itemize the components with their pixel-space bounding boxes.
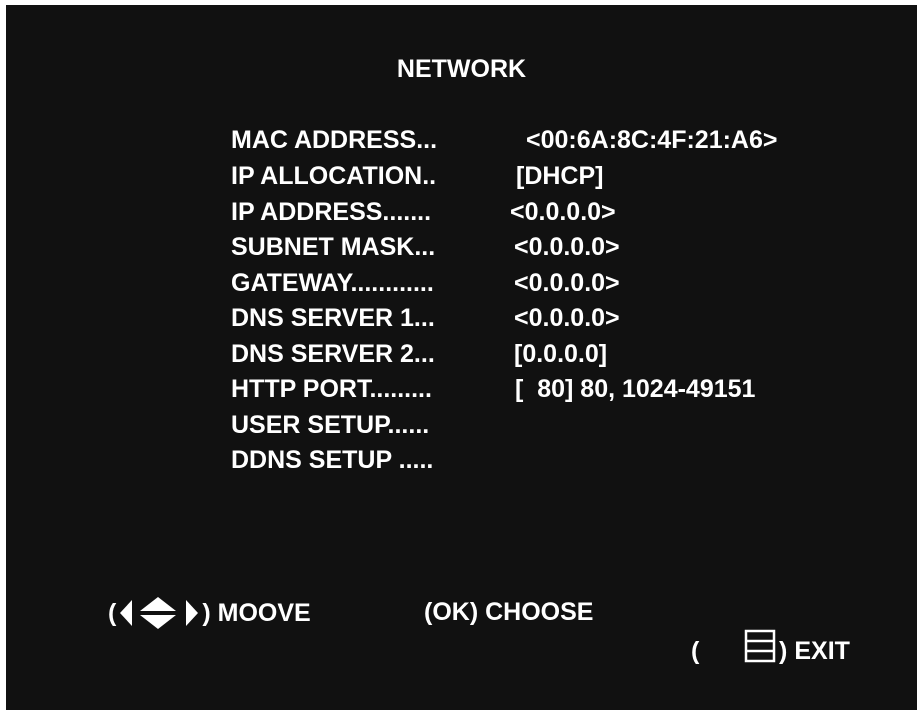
menu-row-label: IP ADDRESS.......: [231, 198, 432, 226]
menu-row-label: HTTP PORT.........: [231, 375, 432, 403]
menu-row-label: MAC ADDRESS...: [231, 126, 438, 154]
menu-row-dns-server-2[interactable]: DNS SERVER 2... [0.0.0.0]: [231, 337, 607, 371]
menu-row-ip-address[interactable]: IP ADDRESS....... <0.0.0.0>: [231, 195, 616, 229]
menu-row-value: <0.0.0.0>: [510, 198, 616, 226]
menu-row-http-port[interactable]: HTTP PORT......... [ 80] 80, 1024-49151: [231, 372, 755, 406]
menu-row-mac-address[interactable]: MAC ADDRESS... <00:6A:8C:4F:21:A6>: [231, 123, 778, 157]
menu-row-label: SUBNET MASK...: [231, 233, 436, 261]
menu-title: NETWORK: [396, 55, 527, 83]
hint-close-paren: ): [202, 599, 211, 627]
hint-move: ( ) MOOVE: [108, 595, 311, 631]
osd-screen: NETWORK MAC ADDRESS... <00:6A:8C:4F:21:A…: [6, 5, 917, 710]
hint-close-paren: ): [779, 636, 788, 665]
menu-row-value: [ 80] 80, 1024-49151: [515, 375, 756, 403]
menu-row-label: DNS SERVER 2...: [231, 340, 435, 368]
hint-choose-label: (OK) CHOOSE: [424, 598, 594, 626]
hint-choose: (OK) CHOOSE: [424, 595, 593, 629]
menu-row-label: USER SETUP......: [231, 411, 430, 439]
hint-move-label: MOOVE: [217, 599, 311, 627]
menu-row-value: <0.0.0.0>: [514, 269, 620, 297]
menu-row-subnet-mask[interactable]: SUBNET MASK... <0.0.0.0>: [231, 230, 620, 264]
hint-exit-label: EXIT: [794, 636, 850, 665]
menu-icon: [702, 595, 776, 706]
menu-row-value: [0.0.0.0]: [514, 340, 608, 368]
menu-row-label: DNS SERVER 1...: [231, 304, 435, 332]
menu-row-value: <0.0.0.0>: [514, 304, 620, 332]
menu-row-ip-allocation[interactable]: IP ALLOCATION.. [DHCP]: [231, 159, 604, 193]
menu-row-label: GATEWAY............: [231, 269, 434, 297]
arrow-keys-icon: [118, 595, 200, 631]
menu-row-value: <0.0.0.0>: [514, 233, 620, 261]
menu-row-label: IP ALLOCATION..: [231, 162, 437, 190]
hint-exit: ( ) EXIT: [691, 595, 850, 706]
menu-row-gateway[interactable]: GATEWAY............ <0.0.0.0>: [231, 266, 620, 300]
menu-row-ddns-setup[interactable]: DDNS SETUP .....: [231, 443, 433, 477]
menu-row-value: <00:6A:8C:4F:21:A6>: [526, 126, 778, 154]
menu-row-label: DDNS SETUP .....: [231, 446, 434, 474]
hint-open-paren: (: [691, 636, 700, 665]
menu-row-user-setup[interactable]: USER SETUP......: [231, 408, 429, 442]
hint-open-paren: (: [108, 599, 117, 627]
menu-row-dns-server-1[interactable]: DNS SERVER 1... <0.0.0.0>: [231, 301, 620, 335]
menu-row-value: [DHCP]: [516, 162, 604, 190]
